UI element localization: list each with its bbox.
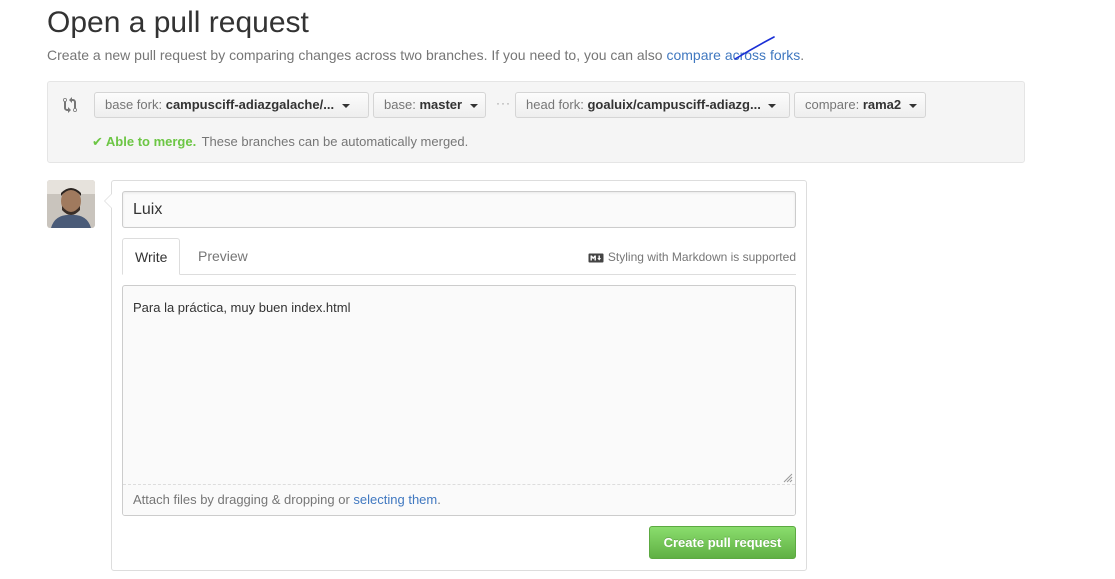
subtitle-end: .: [800, 47, 805, 63]
head-fork-select[interactable]: head fork: goaluix/campusciff-adiazg...: [515, 92, 790, 118]
page-subtitle: Create a new pull request by comparing c…: [47, 47, 804, 63]
attach-end: .: [437, 492, 441, 507]
merge-status: ✔ Able to merge. These branches can be au…: [92, 134, 468, 150]
range-separator: ···: [496, 96, 511, 110]
git-compare-icon[interactable]: [63, 97, 79, 113]
base-branch-label: base:: [384, 97, 416, 112]
compare-range-editor: base fork: campusciff-adiazgalache/... b…: [47, 81, 1025, 163]
tab-write[interactable]: Write: [122, 238, 181, 275]
annotation-pen-stroke: [734, 36, 775, 60]
create-pull-request-button[interactable]: Create pull request: [649, 526, 796, 559]
pr-title-input[interactable]: [122, 191, 796, 228]
compare-branch-label: compare:: [805, 97, 860, 112]
attach-files-bar[interactable]: Attach files by dragging & dropping or s…: [123, 484, 795, 515]
avatar-image: [47, 180, 95, 228]
base-fork-value: campusciff-adiazgalache/...: [165, 97, 335, 112]
markdown-icon: [588, 253, 604, 263]
base-fork-select[interactable]: base fork: campusciff-adiazgalache/...: [94, 92, 369, 118]
caret-down-icon: [469, 103, 478, 108]
page-title: Open a pull request: [47, 6, 309, 39]
pr-body-text: Para la práctica, muy buen index.html: [133, 300, 351, 315]
markdown-support-note[interactable]: Styling with Markdown is supported: [588, 250, 796, 264]
check-icon: ✔: [92, 134, 103, 149]
pr-body-textarea[interactable]: Para la práctica, muy buen index.html At…: [122, 285, 796, 516]
head-fork-label: head fork:: [526, 97, 584, 112]
merge-status-detail: These branches can be automatically merg…: [201, 134, 469, 149]
select-files-link[interactable]: selecting them: [353, 492, 437, 507]
head-fork-value: goaluix/campusciff-adiazg...: [587, 97, 761, 112]
markdown-note-text: Styling with Markdown is supported: [607, 250, 796, 264]
caret-down-icon: [768, 103, 777, 108]
caret-down-icon: [341, 103, 350, 108]
avatar[interactable]: [47, 180, 95, 228]
base-fork-label: base fork:: [105, 97, 163, 112]
base-branch-select[interactable]: base: master: [373, 92, 486, 118]
caret-down-icon: [908, 103, 917, 108]
subtitle-text: Create a new pull request by comparing c…: [47, 47, 667, 63]
resize-grip-icon[interactable]: [783, 473, 793, 483]
tab-preview[interactable]: Preview: [186, 238, 260, 275]
attach-text: Attach files by dragging & dropping or: [133, 492, 354, 507]
compare-branch-value: rama2: [862, 97, 902, 112]
new-pr-form: Write Preview Styling with Markdown is s…: [104, 180, 807, 571]
base-branch-value: master: [419, 97, 463, 112]
compare-branch-select[interactable]: compare: rama2: [794, 92, 926, 118]
merge-status-title: Able to merge.: [105, 134, 197, 149]
